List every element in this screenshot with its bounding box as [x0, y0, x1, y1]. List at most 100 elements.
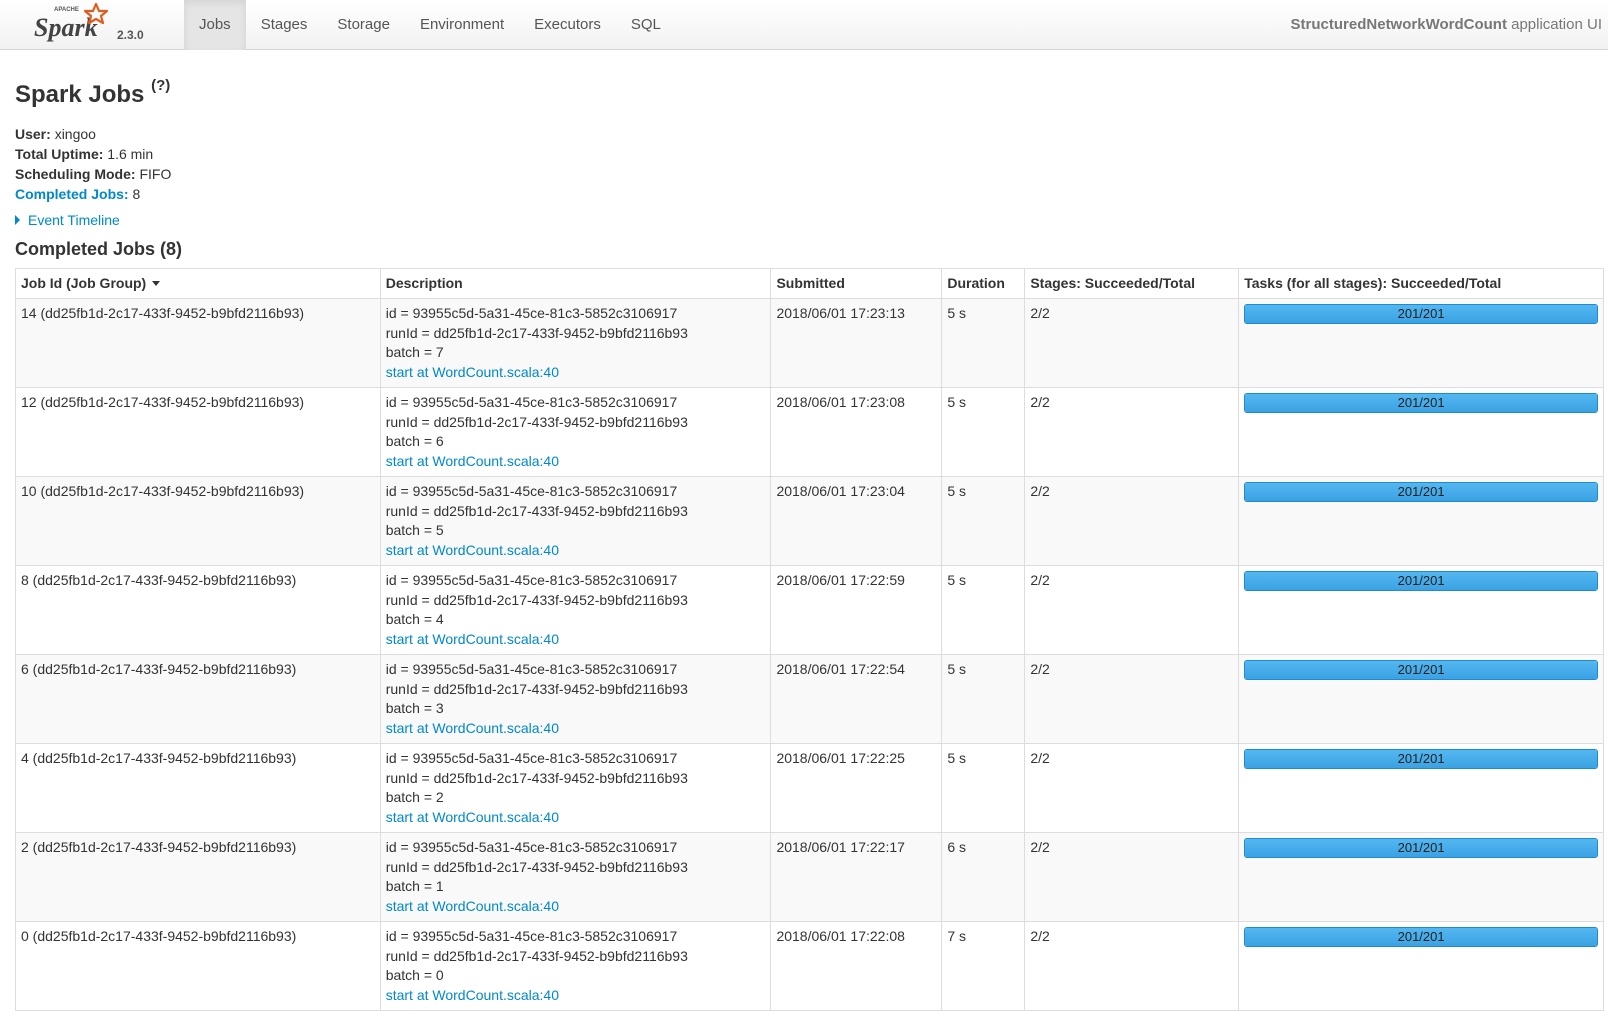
tasks-cell: 201/201 [1238, 387, 1604, 477]
help-link[interactable]: (?) [151, 77, 170, 94]
job-detail-link[interactable]: start at WordCount.scala:40 [386, 986, 766, 1006]
tasks-cell: 201/201 [1238, 298, 1604, 388]
table-row: 12 (dd25fb1d-2c17-433f-9452-b9bfd2116b93… [15, 387, 1604, 477]
description-cell: id = 93955c5d-5a31-45ce-81c3-5852c310691… [379, 654, 772, 744]
submitted-cell: 2018/06/01 17:23:08 [770, 387, 943, 477]
description-cell: id = 93955c5d-5a31-45ce-81c3-5852c310691… [379, 921, 772, 1011]
tab-executors[interactable]: Executors [519, 0, 616, 50]
completed-jobs-table: Job Id (Job Group) Description Submitted… [15, 268, 1604, 1011]
description-id: id = 93955c5d-5a31-45ce-81c3-5852c310691… [385, 572, 678, 588]
tasks-progress-label: 201/201 [1397, 306, 1445, 321]
spark-logo-icon: APACHE Spark [34, 2, 109, 42]
table-header-row: Job Id (Job Group) Description Submitted… [15, 268, 1604, 299]
tab-sql[interactable]: SQL [616, 0, 676, 50]
description-run-id: runId = dd25fb1d-2c17-433f-9452-b9bfd211… [385, 324, 688, 341]
tasks-progress-label: 201/201 [1397, 484, 1445, 499]
description-run-id: runId = dd25fb1d-2c17-433f-9452-b9bfd211… [385, 680, 688, 697]
main-nav: Jobs Stages Storage Environment Executor… [184, 0, 676, 50]
application-name-suffix: application UI [1506, 16, 1602, 33]
job-detail-link[interactable]: start at WordCount.scala:40 [386, 363, 766, 383]
header-submitted[interactable]: Submitted [770, 268, 943, 299]
job-summary: User: xingoo Total Uptime: 1.6 min Sched… [15, 124, 171, 204]
header-tasks[interactable]: Tasks (for all stages): Succeeded/Total [1238, 268, 1604, 299]
description-id: id = 93955c5d-5a31-45ce-81c3-5852c310691… [385, 750, 678, 766]
summary-completed-jobs[interactable]: Completed Jobs: 8 [15, 184, 171, 204]
stages-cell: 2/2 [1024, 654, 1240, 744]
description-batch: batch = 1 [385, 878, 444, 894]
tasks-progress-label: 201/201 [1397, 929, 1445, 944]
job-id-cell[interactable]: 10 (dd25fb1d-2c17-433f-9452-b9bfd2116b93… [15, 476, 381, 566]
tasks-progress-bar: 201/201 [1244, 393, 1598, 413]
description-batch: batch = 5 [385, 522, 444, 538]
svg-text:Spark: Spark [34, 13, 98, 42]
submitted-cell: 2018/06/01 17:22:25 [770, 743, 943, 833]
duration-cell: 6 s [941, 832, 1026, 922]
description-run-id: runId = dd25fb1d-2c17-433f-9452-b9bfd211… [385, 502, 688, 519]
job-id-cell[interactable]: 0 (dd25fb1d-2c17-433f-9452-b9bfd2116b93) [15, 921, 381, 1011]
event-timeline-toggle[interactable]: Event Timeline [15, 212, 120, 228]
stages-cell: 2/2 [1024, 743, 1240, 833]
submitted-cell: 2018/06/01 17:22:59 [770, 565, 943, 655]
spark-version: 2.3.0 [117, 28, 144, 42]
description-run-id: runId = dd25fb1d-2c17-433f-9452-b9bfd211… [385, 769, 688, 786]
table-row: 8 (dd25fb1d-2c17-433f-9452-b9bfd2116b93)… [15, 565, 1604, 655]
tab-environment[interactable]: Environment [405, 0, 519, 50]
spark-logo[interactable]: APACHE Spark 2.3.0 [34, 2, 154, 46]
application-name-bold: StructuredNetworkWordCount [1290, 16, 1507, 33]
description-id: id = 93955c5d-5a31-45ce-81c3-5852c310691… [385, 928, 678, 944]
table-row: 6 (dd25fb1d-2c17-433f-9452-b9bfd2116b93)… [15, 654, 1604, 744]
tab-jobs[interactable]: Jobs [184, 0, 246, 50]
sort-desc-icon [152, 281, 161, 286]
description-run-id: runId = dd25fb1d-2c17-433f-9452-b9bfd211… [385, 413, 688, 430]
description-batch: batch = 7 [385, 344, 444, 360]
stages-cell: 2/2 [1024, 921, 1240, 1011]
tab-stages[interactable]: Stages [246, 0, 323, 50]
description-batch: batch = 3 [385, 700, 444, 716]
tasks-progress-label: 201/201 [1397, 840, 1445, 855]
job-id-cell[interactable]: 14 (dd25fb1d-2c17-433f-9452-b9bfd2116b93… [15, 298, 381, 388]
job-id-cell[interactable]: 6 (dd25fb1d-2c17-433f-9452-b9bfd2116b93) [15, 654, 381, 744]
description-batch: batch = 2 [385, 789, 444, 805]
page-title: Spark Jobs (?) [15, 77, 170, 109]
job-detail-link[interactable]: start at WordCount.scala:40 [386, 630, 766, 650]
tasks-progress-label: 201/201 [1397, 395, 1445, 410]
description-cell: id = 93955c5d-5a31-45ce-81c3-5852c310691… [379, 832, 772, 922]
summary-uptime: Total Uptime: 1.6 min [15, 146, 154, 162]
table-row: 2 (dd25fb1d-2c17-433f-9452-b9bfd2116b93)… [15, 832, 1604, 922]
tasks-cell: 201/201 [1238, 565, 1604, 655]
description-run-id: runId = dd25fb1d-2c17-433f-9452-b9bfd211… [385, 858, 688, 875]
description-id: id = 93955c5d-5a31-45ce-81c3-5852c310691… [385, 661, 678, 677]
duration-cell: 5 s [941, 298, 1026, 388]
description-cell: id = 93955c5d-5a31-45ce-81c3-5852c310691… [379, 743, 772, 833]
tasks-progress-bar: 201/201 [1244, 571, 1598, 591]
job-detail-link[interactable]: start at WordCount.scala:40 [386, 808, 766, 828]
job-detail-link[interactable]: start at WordCount.scala:40 [386, 719, 766, 739]
table-row: 4 (dd25fb1d-2c17-433f-9452-b9bfd2116b93)… [15, 743, 1604, 833]
duration-cell: 5 s [941, 387, 1026, 477]
header-duration[interactable]: Duration [941, 268, 1026, 299]
description-batch: batch = 6 [385, 433, 444, 449]
description-cell: id = 93955c5d-5a31-45ce-81c3-5852c310691… [379, 565, 772, 655]
tasks-progress-bar: 201/201 [1244, 660, 1598, 680]
caret-right-icon [15, 215, 20, 225]
job-id-cell[interactable]: 12 (dd25fb1d-2c17-433f-9452-b9bfd2116b93… [15, 387, 381, 477]
description-cell: id = 93955c5d-5a31-45ce-81c3-5852c310691… [379, 387, 772, 477]
job-id-cell[interactable]: 4 (dd25fb1d-2c17-433f-9452-b9bfd2116b93) [15, 743, 381, 833]
job-detail-link[interactable]: start at WordCount.scala:40 [386, 541, 766, 561]
stages-cell: 2/2 [1024, 832, 1240, 922]
header-stages[interactable]: Stages: Succeeded/Total [1024, 268, 1240, 299]
header-job-id[interactable]: Job Id (Job Group) [15, 268, 381, 299]
completed-jobs-heading: Completed Jobs (8) [15, 239, 183, 259]
job-detail-link[interactable]: start at WordCount.scala:40 [386, 897, 766, 917]
description-cell: id = 93955c5d-5a31-45ce-81c3-5852c310691… [379, 298, 772, 388]
submitted-cell: 2018/06/01 17:23:13 [770, 298, 943, 388]
stages-cell: 2/2 [1024, 476, 1240, 566]
header-description[interactable]: Description [379, 268, 772, 299]
tasks-cell: 201/201 [1238, 921, 1604, 1011]
page-title-text: Spark Jobs [15, 81, 145, 108]
job-id-cell[interactable]: 8 (dd25fb1d-2c17-433f-9452-b9bfd2116b93) [15, 565, 381, 655]
job-id-cell[interactable]: 2 (dd25fb1d-2c17-433f-9452-b9bfd2116b93) [15, 832, 381, 922]
job-detail-link[interactable]: start at WordCount.scala:40 [386, 452, 766, 472]
tasks-progress-label: 201/201 [1397, 751, 1445, 766]
tab-storage[interactable]: Storage [322, 0, 405, 50]
